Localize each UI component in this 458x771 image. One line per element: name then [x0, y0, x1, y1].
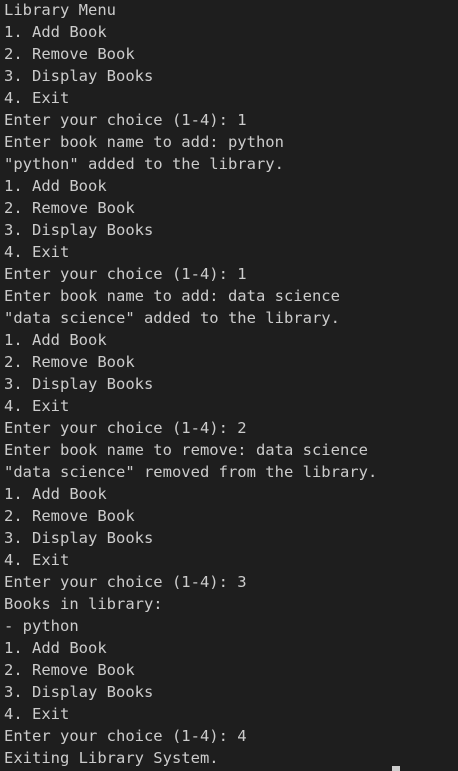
menu-option-exit-line: 4. Exit	[4, 705, 70, 723]
menu-option-add-line: 1. Add Book	[4, 485, 107, 503]
result-message-line: "python" added to the library.	[4, 155, 284, 173]
books-list-heading-line: Books in library:	[4, 595, 163, 613]
menu-option-display-line: 3. Display Books	[4, 529, 154, 547]
menu-option-remove-line: 2. Remove Book	[4, 199, 135, 217]
result-message-line: "data science" added to the library.	[4, 309, 340, 327]
exit-message-line: Exiting Library System.	[4, 749, 219, 767]
menu-option-display-line: 3. Display Books	[4, 683, 154, 701]
menu-option-display-line: 3. Display Books	[4, 221, 154, 239]
menu-option-exit-line: 4. Exit	[4, 89, 70, 107]
menu-option-exit-line: 4. Exit	[4, 397, 70, 415]
menu-option-add-line: 1. Add Book	[4, 177, 107, 195]
menu-option-exit-line: 4. Exit	[4, 243, 70, 261]
choice-prompt-line: Enter your choice (1-4): 1	[4, 111, 247, 129]
menu-option-exit-line: 4. Exit	[4, 551, 70, 569]
choice-prompt-line: Enter your choice (1-4): 4	[4, 727, 247, 745]
choice-prompt-line: Enter your choice (1-4): 1	[4, 265, 247, 283]
menu-title-line: Library Menu	[4, 1, 116, 19]
result-message-line: "data science" removed from the library.	[4, 463, 378, 481]
menu-option-remove-line: 2. Remove Book	[4, 353, 135, 371]
menu-option-add-line: 1. Add Book	[4, 23, 107, 41]
choice-prompt-line: Enter your choice (1-4): 3	[4, 573, 247, 591]
menu-option-remove-line: 2. Remove Book	[4, 507, 135, 525]
book-name-prompt-line: Enter book name to remove: data science	[4, 441, 368, 459]
terminal-output[interactable]: Library Menu 1. Add Book 2. Remove Book …	[0, 0, 458, 771]
menu-option-remove-line: 2. Remove Book	[4, 45, 135, 63]
menu-option-add-line: 1. Add Book	[4, 331, 107, 349]
menu-option-display-line: 3. Display Books	[4, 67, 154, 85]
book-name-prompt-line: Enter book name to add: python	[4, 133, 284, 151]
menu-option-display-line: 3. Display Books	[4, 375, 154, 393]
text-cursor	[392, 766, 400, 771]
menu-option-add-line: 1. Add Book	[4, 639, 107, 657]
menu-option-remove-line: 2. Remove Book	[4, 661, 135, 679]
book-name-prompt-line: Enter book name to add: data science	[4, 287, 340, 305]
choice-prompt-line: Enter your choice (1-4): 2	[4, 419, 247, 437]
book-list-item-line: - python	[4, 617, 79, 635]
